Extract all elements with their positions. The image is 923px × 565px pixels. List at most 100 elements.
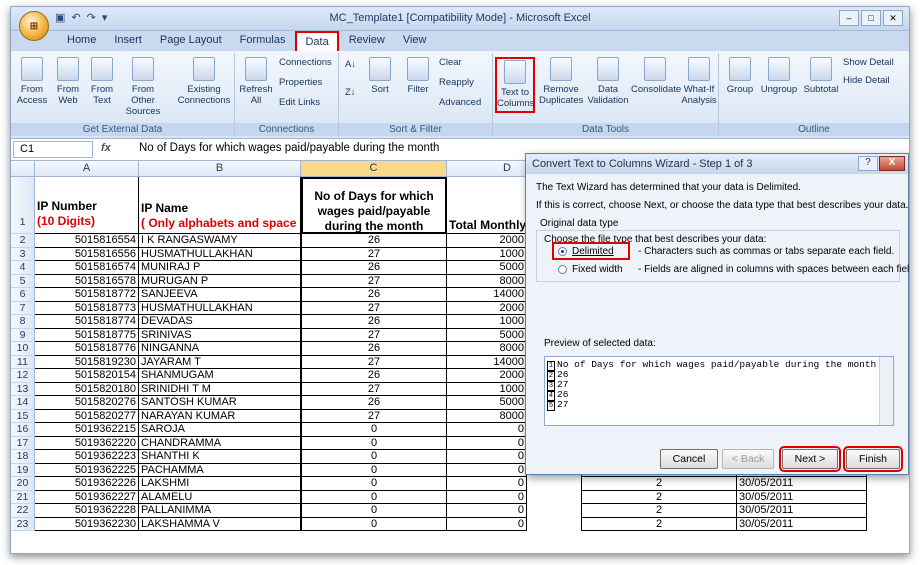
hide-detail-button[interactable]: Hide Detail bbox=[843, 75, 889, 86]
cell-days[interactable]: 0 bbox=[301, 450, 447, 464]
cell-total-wages[interactable]: 0 bbox=[447, 450, 527, 464]
row-header[interactable]: 20 bbox=[11, 477, 35, 491]
cell-ip-name[interactable]: HUSMATHULLAKHAN bbox=[139, 301, 301, 315]
cell-days[interactable]: 26 bbox=[301, 288, 447, 302]
row-header[interactable]: 2 bbox=[11, 234, 35, 248]
cell-ip-name[interactable]: I K RANGASWAMY bbox=[139, 234, 301, 248]
cell-days[interactable]: 0 bbox=[301, 463, 447, 477]
row-header[interactable]: 15 bbox=[11, 409, 35, 423]
cell-col-f[interactable]: 30/05/2011 bbox=[737, 517, 867, 531]
row-header[interactable]: 7 bbox=[11, 301, 35, 315]
cell-col-f[interactable]: 30/05/2011 bbox=[737, 477, 867, 491]
row-header[interactable]: 19 bbox=[11, 463, 35, 477]
cell-d1[interactable]: Total Monthly W bbox=[447, 177, 527, 234]
tab-home[interactable]: Home bbox=[59, 31, 104, 51]
tab-data[interactable]: Data bbox=[295, 31, 339, 51]
cell-ip-name[interactable]: LAKSHAMMA V bbox=[139, 517, 301, 531]
cell-total-wages[interactable]: 14000 bbox=[447, 355, 527, 369]
row-header[interactable]: 18 bbox=[11, 450, 35, 464]
cell-ip-name[interactable]: JAYARAM T bbox=[139, 355, 301, 369]
cell-total-wages[interactable]: 1000 bbox=[447, 382, 527, 396]
row-header[interactable]: 11 bbox=[11, 355, 35, 369]
cell-days[interactable]: 27 bbox=[301, 274, 447, 288]
consolidate-button[interactable]: Consolidate bbox=[631, 57, 681, 95]
cell-days[interactable]: 0 bbox=[301, 436, 447, 450]
delimited-radio[interactable] bbox=[558, 247, 567, 256]
cell-ip-name[interactable]: ALAMELU bbox=[139, 490, 301, 504]
sort-button[interactable]: Sort bbox=[363, 57, 397, 95]
row-header[interactable]: 23 bbox=[11, 517, 35, 531]
cell-ip-number[interactable]: 5015820154 bbox=[35, 369, 139, 383]
cell-col-f[interactable]: 30/05/2011 bbox=[737, 490, 867, 504]
existing-connections-button[interactable]: Existing Connections bbox=[177, 57, 231, 106]
cell-ip-name[interactable]: SANTOSH KUMAR bbox=[139, 396, 301, 410]
sort-az-icon[interactable]: A↓ bbox=[345, 59, 356, 70]
sort-za-icon[interactable]: Z↓ bbox=[345, 87, 356, 98]
row-header[interactable]: 3 bbox=[11, 247, 35, 261]
row-header[interactable]: 12 bbox=[11, 369, 35, 383]
cell-days[interactable]: 27 bbox=[301, 382, 447, 396]
show-detail-button[interactable]: Show Detail bbox=[843, 57, 894, 68]
cell-c1[interactable]: No of Days for which wages paid/payable … bbox=[301, 177, 447, 234]
cell-ip-name[interactable]: HUSMATHULLAKHAN bbox=[139, 247, 301, 261]
finish-button[interactable]: Finish bbox=[843, 446, 903, 472]
fixed-width-label[interactable]: Fixed width bbox=[572, 264, 623, 275]
cell-ip-name[interactable]: SHANMUGAM bbox=[139, 369, 301, 383]
row-header[interactable]: 10 bbox=[11, 342, 35, 356]
select-all-corner[interactable] bbox=[11, 161, 35, 177]
cell-ip-number[interactable]: 5015818774 bbox=[35, 315, 139, 329]
row-header[interactable]: 21 bbox=[11, 490, 35, 504]
cell-ip-number[interactable]: 5015816574 bbox=[35, 261, 139, 275]
ungroup-button[interactable]: Ungroup bbox=[759, 57, 799, 95]
cell-ip-number[interactable]: 5015820276 bbox=[35, 396, 139, 410]
cell-ip-number[interactable]: 5019362227 bbox=[35, 490, 139, 504]
column-header-b[interactable]: B bbox=[139, 161, 301, 177]
office-button[interactable]: ⊞ bbox=[19, 11, 49, 41]
cell-ip-number[interactable]: 5015818772 bbox=[35, 288, 139, 302]
subtotal-button[interactable]: Subtotal bbox=[801, 57, 841, 95]
cell-col-e[interactable]: 2 bbox=[581, 490, 737, 504]
cell-ip-name[interactable]: CHANDRAMMA bbox=[139, 436, 301, 450]
cell-days[interactable]: 0 bbox=[301, 517, 447, 531]
cell-days[interactable]: 26 bbox=[301, 369, 447, 383]
cell-days[interactable]: 0 bbox=[301, 423, 447, 437]
cell-ip-number[interactable]: 5015818773 bbox=[35, 301, 139, 315]
tab-insert[interactable]: Insert bbox=[106, 31, 150, 51]
cell-ip-name[interactable]: PACHAMMA bbox=[139, 463, 301, 477]
next-button[interactable]: Next > bbox=[779, 446, 841, 472]
name-box[interactable]: C1 bbox=[13, 141, 93, 158]
from-text-button[interactable]: From Text bbox=[85, 57, 119, 106]
tab-review[interactable]: Review bbox=[341, 31, 393, 51]
group-button[interactable]: Group bbox=[723, 57, 757, 95]
cell-ip-number[interactable]: 5015816554 bbox=[35, 234, 139, 248]
minimize-icon[interactable]: – bbox=[839, 10, 859, 26]
cell-total-wages[interactable]: 0 bbox=[447, 477, 527, 491]
cell-total-wages[interactable]: 1000 bbox=[447, 247, 527, 261]
cell-col-e[interactable]: 2 bbox=[581, 477, 737, 491]
cell-ip-name[interactable]: SANJEEVA bbox=[139, 288, 301, 302]
cell-b1[interactable]: IP Name ( Only alphabets and space ) bbox=[139, 177, 301, 234]
cell-total-wages[interactable]: 0 bbox=[447, 504, 527, 518]
cell-days[interactable]: 26 bbox=[301, 396, 447, 410]
help-icon[interactable]: ? bbox=[858, 156, 878, 171]
cell-days[interactable]: 27 bbox=[301, 409, 447, 423]
cancel-button[interactable]: Cancel bbox=[660, 449, 718, 469]
row-header[interactable]: 4 bbox=[11, 261, 35, 275]
row-header[interactable]: 9 bbox=[11, 328, 35, 342]
clear-button[interactable]: Clear bbox=[439, 57, 462, 68]
cell-ip-name[interactable]: NARAYAN KUMAR bbox=[139, 409, 301, 423]
cell-ip-name[interactable]: SHANTHI K bbox=[139, 450, 301, 464]
maximize-icon[interactable]: □ bbox=[861, 10, 881, 26]
cell-ip-number[interactable]: 5019362220 bbox=[35, 436, 139, 450]
cell-ip-number[interactable]: 5019362228 bbox=[35, 504, 139, 518]
cell-days[interactable]: 0 bbox=[301, 477, 447, 491]
cell-ip-name[interactable]: PALLANIMMA bbox=[139, 504, 301, 518]
back-button[interactable]: < Back bbox=[722, 449, 774, 469]
cell-col-f[interactable]: 30/05/2011 bbox=[737, 504, 867, 518]
tab-page-layout[interactable]: Page Layout bbox=[152, 31, 230, 51]
cell-ip-name[interactable]: MURUGAN P bbox=[139, 274, 301, 288]
filter-button[interactable]: Filter bbox=[401, 57, 435, 95]
cell-col-e[interactable]: 2 bbox=[581, 517, 737, 531]
tab-formulas[interactable]: Formulas bbox=[232, 31, 294, 51]
cell-days[interactable]: 27 bbox=[301, 301, 447, 315]
